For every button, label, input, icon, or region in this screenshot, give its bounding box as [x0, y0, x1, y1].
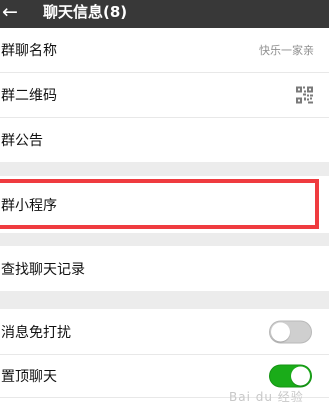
group-mini-program-label: 群小程序: [1, 197, 57, 214]
search-chat-history-label: 查找聊天记录: [1, 261, 85, 278]
mini-program-section: 群小程序: [0, 176, 329, 233]
chat-options-section: 消息免打扰 置顶聊天 Bai du 经验: [0, 309, 329, 407]
mute-notifications-toggle[interactable]: [269, 320, 312, 343]
mute-notifications-row: 消息免打扰: [0, 309, 329, 354]
chat-info-screen: ← 聊天信息(8) 群聊名称 快乐一家亲 群二维码 群公告 群小程序 查找聊天记…: [0, 0, 329, 407]
group-settings-section: 群聊名称 快乐一家亲 群二维码 群公告: [0, 28, 329, 162]
qr-code-icon: [296, 86, 313, 104]
pin-chat-label: 置顶聊天: [1, 369, 57, 385]
group-name-value: 快乐一家亲: [259, 43, 314, 57]
group-mini-program-row[interactable]: 群小程序: [0, 176, 329, 233]
watermark-logo: Bai du 经验: [229, 390, 304, 404]
mute-notifications-label: 消息免打扰: [1, 324, 71, 341]
group-notice-label: 群公告: [1, 133, 43, 149]
group-notice-row[interactable]: 群公告: [0, 118, 329, 162]
group-name-label: 群聊名称: [1, 42, 57, 59]
top-navigation-bar: ← 聊天信息(8): [0, 0, 329, 28]
group-qr-code-label: 群二维码: [1, 88, 57, 104]
back-arrow-icon[interactable]: ←: [2, 0, 22, 24]
pin-chat-toggle[interactable]: [269, 364, 312, 388]
toggle-knob: [271, 322, 290, 341]
search-chat-history-row[interactable]: 查找聊天记录: [0, 246, 329, 291]
chat-history-section: 查找聊天记录: [0, 246, 329, 291]
group-name-row[interactable]: 群聊名称 快乐一家亲: [0, 28, 329, 71]
page-title: 聊天信息(8): [43, 3, 128, 21]
toggle-knob: [291, 366, 310, 386]
group-qr-code-row[interactable]: 群二维码: [0, 73, 329, 117]
